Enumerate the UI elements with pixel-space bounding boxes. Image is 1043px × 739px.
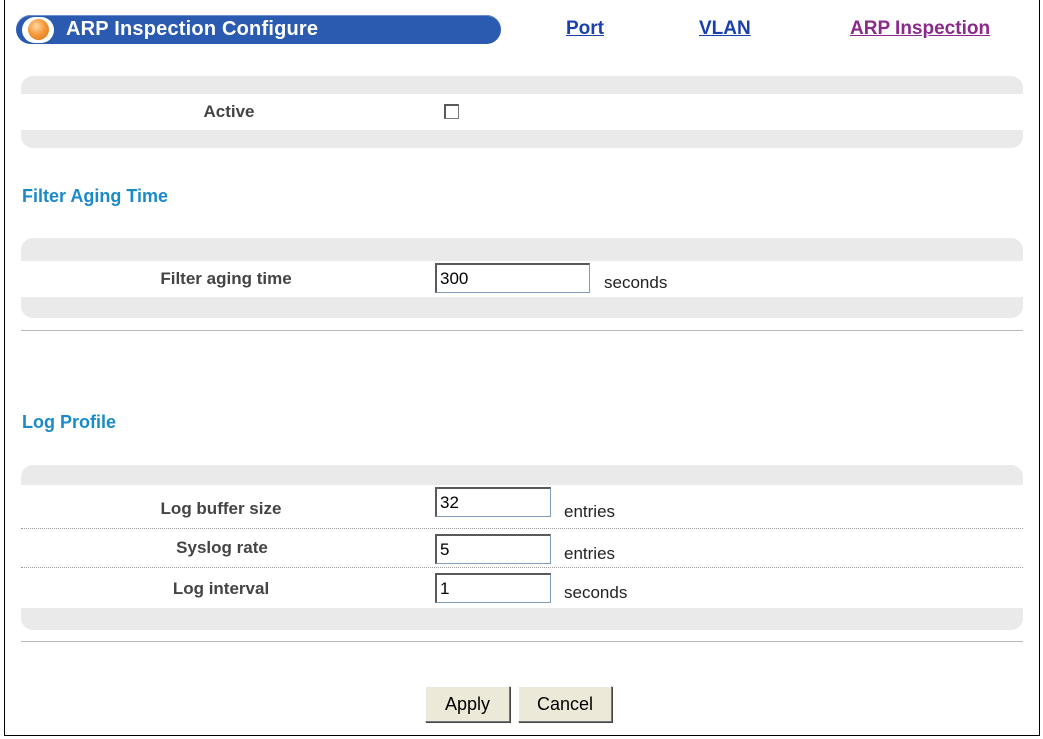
log-profile-panel: Log buffer size entries Syslog rate entr… xyxy=(21,465,1023,630)
row-separator xyxy=(21,567,1023,568)
syslog-rate-unit: entries xyxy=(564,544,616,563)
active-checkbox[interactable] xyxy=(444,104,459,119)
divider xyxy=(21,641,1023,642)
bulb-icon xyxy=(28,19,49,40)
log-buffer-size-label: Log buffer size xyxy=(160,499,282,518)
syslog-rate-input[interactable] xyxy=(435,534,551,564)
log-interval-unit: seconds xyxy=(564,583,628,602)
filter-aging-panel: Filter aging time seconds xyxy=(21,238,1023,318)
nav-link-port[interactable]: Port xyxy=(566,18,604,40)
log-buffer-size-unit: entries xyxy=(564,502,616,521)
active-panel: Active xyxy=(21,76,1023,148)
apply-button[interactable]: Apply xyxy=(425,686,510,722)
syslog-rate-label: Syslog rate xyxy=(176,538,268,557)
log-profile-rows: Log buffer size entries Syslog rate entr… xyxy=(21,485,1023,608)
cancel-button[interactable]: Cancel xyxy=(518,686,612,722)
log-interval-input[interactable] xyxy=(435,573,551,603)
active-label: Active xyxy=(203,102,255,121)
nav-link-vlan[interactable]: VLAN xyxy=(699,18,751,40)
divider xyxy=(21,330,1023,331)
nav-link-arp-inspection[interactable]: ARP Inspection xyxy=(850,18,990,40)
section-title-filter-aging-time: Filter Aging Time xyxy=(22,186,169,206)
active-row: Active xyxy=(21,94,1023,130)
log-interval-label: Log interval xyxy=(172,579,270,598)
filter-aging-row: Filter aging time seconds xyxy=(21,261,1023,297)
row-separator xyxy=(21,528,1023,529)
filter-aging-unit: seconds xyxy=(604,273,668,292)
filter-aging-time-input[interactable] xyxy=(435,263,590,293)
section-title-log-profile: Log Profile xyxy=(22,412,116,432)
log-buffer-size-input[interactable] xyxy=(435,487,551,517)
filter-aging-label: Filter aging time xyxy=(160,269,292,288)
page-title: ARP Inspection Configure xyxy=(66,18,319,40)
